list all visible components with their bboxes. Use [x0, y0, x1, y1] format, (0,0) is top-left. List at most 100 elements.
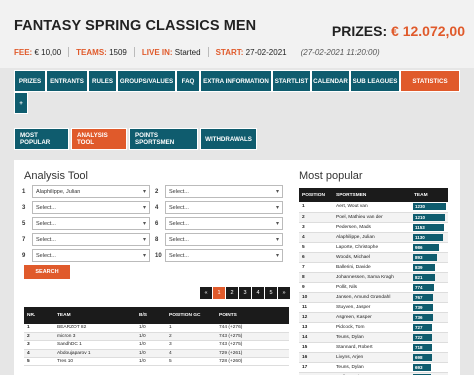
table-row[interactable]: 9 Pollit, Nils 774 — [299, 282, 448, 293]
table-row[interactable]: 11 Stuyven, Jasper 739 — [299, 302, 448, 313]
start-label: START: — [215, 47, 244, 57]
table-row[interactable]: 7 Ballerini, Davide 839 — [299, 262, 448, 273]
prizes-total: PRIZES: € 12.072,00 — [332, 23, 465, 39]
page-header: FANTASY SPRING CLASSICS MEN PRIZES: € 12… — [0, 0, 474, 68]
prizes-label: PRIZES: — [331, 23, 388, 39]
tab-entrants[interactable]: ENTRANTS — [46, 70, 88, 92]
sportsman-cell: Aert, Wout van — [333, 202, 411, 213]
rider-select-row: 10 Select... ▾ — [155, 249, 283, 262]
tab-prizes[interactable]: PRIZES — [14, 70, 46, 92]
col-nr: NR. — [24, 307, 54, 324]
tab-more[interactable]: + — [14, 92, 28, 114]
rider-select-row: 2 Select... ▾ — [155, 185, 283, 198]
subtab-most-popular[interactable]: MOST POPULAR — [14, 128, 69, 150]
pager-page[interactable]: 1 — [213, 287, 225, 299]
sportsman-cell: Woods, Michael — [333, 252, 411, 263]
position-gc-cell: 2 — [166, 332, 216, 342]
rider-select[interactable]: Select... ▾ — [165, 201, 283, 214]
most-popular-table: POSITION SPORTSMEN TEAM 1 Aert, Wout van 1… — [299, 188, 448, 375]
live-value: Started — [174, 47, 201, 57]
chevron-down-icon: ▾ — [142, 189, 146, 195]
sportsman-cell: Stannard, Robert — [333, 342, 411, 353]
table-row[interactable]: 1 BEARZOT 82 1/0 1 744 (+276) — [24, 324, 289, 333]
table-row[interactable]: 2 micron 3 1/0 2 743 (+275) — [24, 332, 289, 342]
table-row[interactable]: 16 Livyns, Arjen 698 — [299, 352, 448, 363]
table-row[interactable]: 10 Jansen, Amund Grøndahl 767 — [299, 292, 448, 303]
pager-page[interactable]: 3 — [239, 287, 251, 299]
select-value: Select... — [169, 220, 189, 227]
tab-calendar[interactable]: CALENDAR — [311, 70, 350, 92]
pager-page[interactable]: 4 — [252, 287, 264, 299]
points-cell: 743 (+275) — [216, 332, 289, 342]
table-row[interactable]: 5 Tres 10 1/0 5 728 (+260) — [24, 357, 289, 367]
rider-select[interactable]: Select... ▾ — [165, 185, 283, 198]
rider-select[interactable]: Alaphilippe, Julian ▾ — [32, 185, 150, 198]
rider-select[interactable]: Select... ▾ — [32, 233, 150, 246]
team-count-bar: 986 — [413, 243, 440, 251]
tab-extra-information[interactable]: EXTRA INFORMATION — [200, 70, 272, 92]
table-row[interactable]: 4 Alaphilippe, Julian 1130 — [299, 232, 448, 243]
team-count-bar: 1153 — [413, 223, 445, 231]
table-row[interactable]: 6 Woods, Michael 893 — [299, 252, 448, 263]
table-row[interactable]: 12 Asgreen, Kasper 736 — [299, 312, 448, 323]
team-cell: SandhDC 1 — [54, 340, 136, 350]
pager-next[interactable]: » — [278, 287, 290, 299]
rider-select[interactable]: Select... ▾ — [165, 249, 283, 262]
tab-groups-values[interactable]: GROUPS/VALUES — [117, 70, 176, 92]
analysis-tool-title: Analysis Tool — [24, 170, 88, 182]
rider-select[interactable]: Select... ▾ — [165, 233, 283, 246]
tab-statistics[interactable]: STATISTICS — [400, 70, 460, 92]
table-row[interactable]: 8 Johannessen, Sama Kragh 821 — [299, 272, 448, 283]
divider — [207, 47, 209, 57]
subtab-analysis-tool[interactable]: ANALYSIS TOOL — [71, 128, 127, 150]
nr-cell: 3 — [24, 340, 54, 350]
nr-cell: 1 — [24, 324, 54, 333]
position-gc-cell: 1 — [166, 324, 216, 333]
table-row[interactable]: 3 SandhDC 1 1/0 3 743 (+275) — [24, 340, 289, 350]
subtab-points-sportsmen[interactable]: POINTS SPORTSMEN — [129, 128, 198, 150]
chevron-down-icon: ▾ — [142, 205, 146, 211]
pager-prev[interactable]: « — [200, 287, 212, 299]
sportsman-cell: Alaphilippe, Julian — [333, 232, 411, 243]
rider-select[interactable]: Select... ▾ — [32, 249, 150, 262]
tab-startlist[interactable]: STARTLIST — [272, 70, 311, 92]
sportsman-cell: Pidcock, Tom — [333, 322, 411, 333]
table-row[interactable]: 17 Teuns, Dylan 693 — [299, 362, 448, 373]
team-count-bar: 839 — [413, 263, 436, 271]
tab-sub-leagues[interactable]: SUB LEAGUES — [350, 70, 400, 92]
position-gc-cell: 4 — [166, 349, 216, 359]
pager-page[interactable]: 2 — [226, 287, 238, 299]
table-row[interactable]: 5 Laporte, Christophe 986 — [299, 242, 448, 253]
select-value: Select... — [36, 204, 56, 211]
rider-select[interactable]: Select... ▾ — [32, 201, 150, 214]
chevron-down-icon: ▾ — [275, 189, 279, 195]
table-row[interactable]: 13 Pidcock, Tom 727 — [299, 322, 448, 333]
pager-page[interactable]: 5 — [265, 287, 277, 299]
team-count-cell: 774 — [411, 282, 448, 293]
table-row[interactable]: 2 Poel, Mathieu van der 1210 — [299, 212, 448, 223]
position-cell: 3 — [299, 222, 333, 233]
table-row[interactable]: 4 Abdoujaparov 1 1/0 4 729 (+261) — [24, 349, 289, 359]
team-count-cell: 893 — [411, 252, 448, 263]
col-points: POINTS — [216, 307, 289, 324]
team-count-cell: 722 — [411, 332, 448, 343]
table-row[interactable]: 14 Teuns, Dylan 722 — [299, 332, 448, 343]
table-row[interactable]: 1 Aert, Wout van 1230 — [299, 202, 448, 213]
team-count-bar: 739 — [413, 303, 433, 311]
table-row[interactable]: 15 Stannard, Robert 718 — [299, 342, 448, 353]
rider-select-row: 8 Select... ▾ — [155, 233, 283, 246]
subtab-withdrawals[interactable]: WITHDRAWALS — [200, 128, 257, 150]
rider-select[interactable]: Select... ▾ — [32, 217, 150, 230]
team-count-cell: 839 — [411, 262, 448, 273]
position-gc-cell: 5 — [166, 357, 216, 367]
analysis-results-table: NR. TEAM B/S POSITION GC POINTS 1 BEARZOT… — [24, 307, 289, 367]
table-row[interactable]: 3 Pedersen, Mads 1153 — [299, 222, 448, 233]
sportsman-cell: Livyns, Arjen — [333, 352, 411, 363]
rider-select[interactable]: Select... ▾ — [165, 217, 283, 230]
start-value: 27-02-2021 — [245, 47, 287, 57]
team-count-cell: 739 — [411, 302, 448, 313]
team-count-bar: 698 — [413, 353, 432, 361]
tab-faq[interactable]: FAQ — [176, 70, 200, 92]
tab-rules[interactable]: RULES — [88, 70, 117, 92]
search-button[interactable]: SEARCH — [24, 265, 70, 279]
